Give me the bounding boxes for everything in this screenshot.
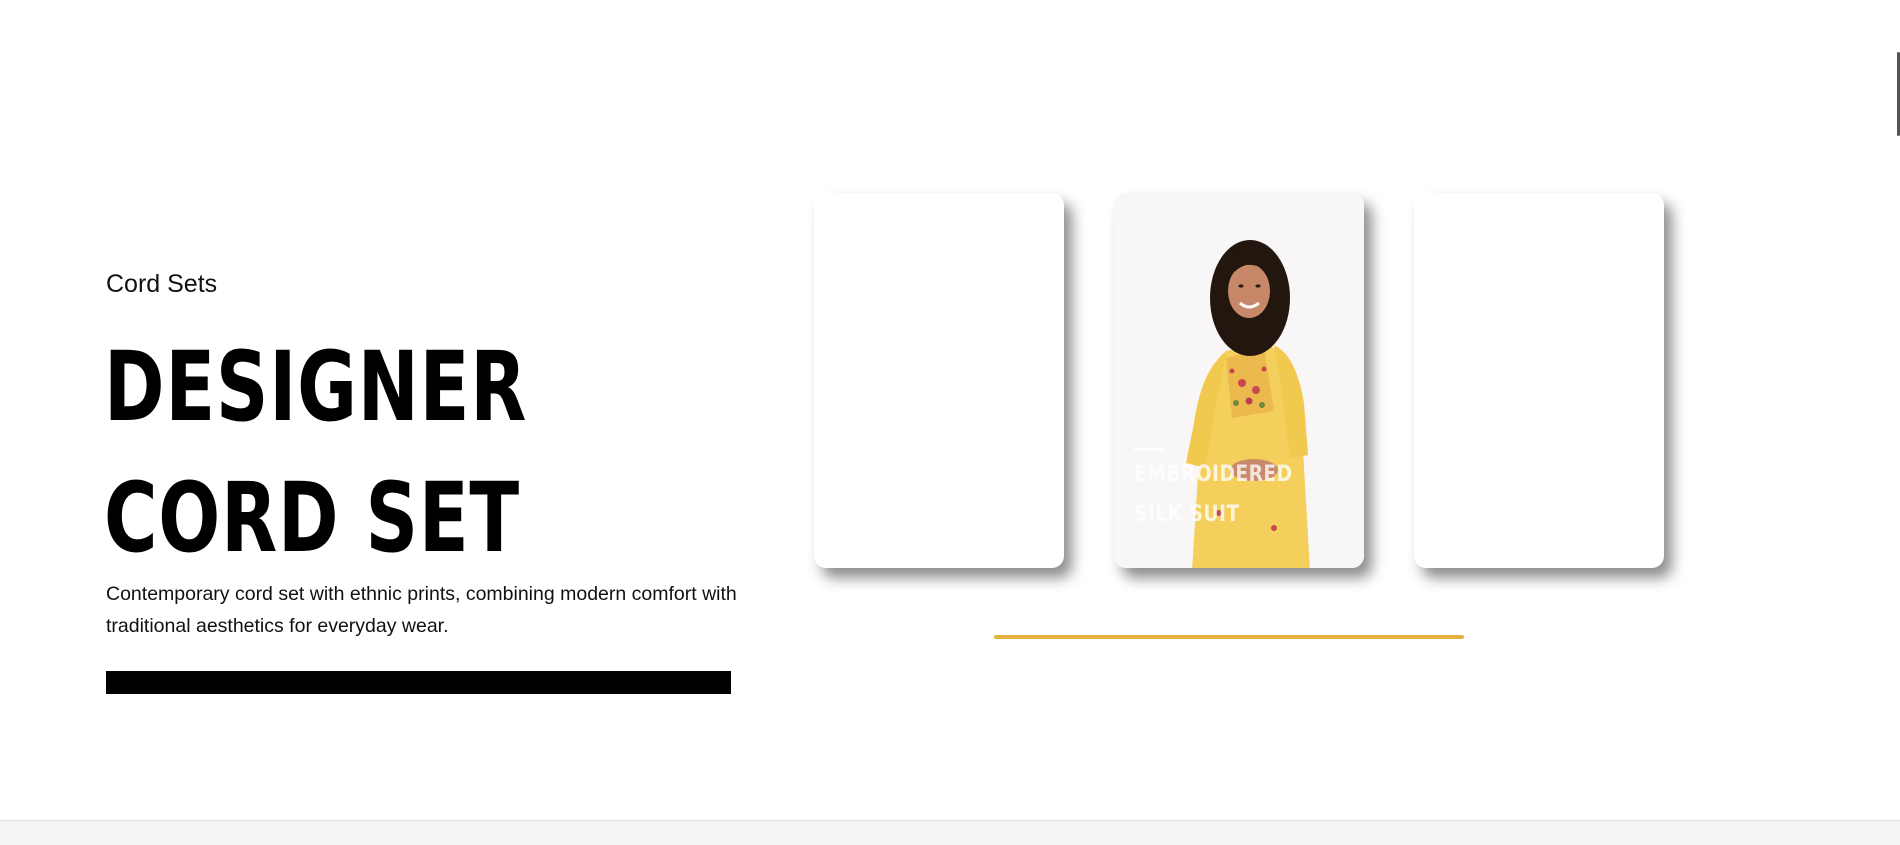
carousel-card-2[interactable]: EMBROIDERED SILK SUIT: [1114, 193, 1364, 568]
page-title: DESIGNER CORD SET: [104, 322, 527, 584]
shop-now-button[interactable]: [106, 671, 731, 694]
title-line-1: DESIGNER: [104, 331, 528, 443]
carousel-card-1[interactable]: [814, 193, 1064, 568]
hero-section: Cord Sets DESIGNER CORD SET Contemporary…: [0, 0, 1900, 820]
product-description: Contemporary cord set with ethnic prints…: [106, 583, 737, 637]
footer-strip: [0, 820, 1900, 845]
caption-line-2: SILK SUIT: [1134, 502, 1240, 527]
caption-line-1: EMBROIDERED: [1134, 462, 1293, 487]
title-line-2: CORD SET: [104, 462, 520, 574]
caption-dash: [1134, 448, 1165, 451]
category-label: Cord Sets: [106, 270, 218, 298]
card-caption: EMBROIDERED SILK SUIT: [1134, 448, 1304, 535]
carousel-card-3[interactable]: [1414, 193, 1664, 568]
carousel-progress-bar: [994, 635, 1464, 639]
